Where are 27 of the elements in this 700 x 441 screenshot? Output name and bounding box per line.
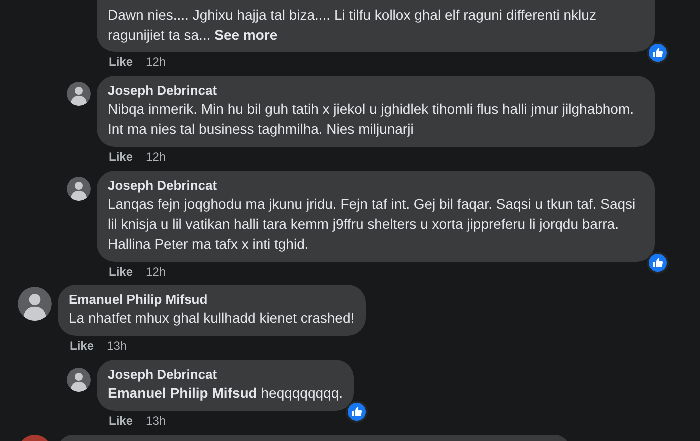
avatar-icon[interactable]	[67, 177, 91, 201]
comment-time[interactable]: 13h	[107, 337, 128, 355]
comment-text: Emanuel Philip Mifsud heqqqqqqqq.	[108, 384, 343, 403]
comment-text: Lanqas fejn joqghodu ma jkunu jridu. Fejn taf int. Gej bil faqar. Saqsi u tkun taf. Saqsi lil knisja u lil vatikan halli tara kemm j9ffru shelters u xorta jippreferu li jorqdu barra. Hallina Peter ma tafx x inti tghid.	[108, 195, 637, 254]
comment-time[interactable]: 12h	[146, 263, 166, 281]
comment-text: Dawn nies.... Jghixu hajja tal biza.... Li tilfu kollox ghal elf raguni differenti nkluz ragunijiet ta sa... See more	[108, 6, 598, 45]
avatar-icon[interactable]	[67, 368, 91, 392]
like-reaction-icon[interactable]	[647, 252, 669, 274]
like-link[interactable]: Like	[109, 263, 134, 281]
avatar-icon[interactable]	[18, 287, 52, 321]
like-link[interactable]: Like	[109, 53, 134, 71]
comment-text: Nibqa inmerik. Min hu bil guh tatih x jiekol u jghidlek tihomli flus halli jmur jilghabhom. Int ma nies tal business taghmilha. Nies miljunarji	[108, 100, 636, 139]
like-link[interactable]: Like	[70, 337, 94, 355]
like-link[interactable]: Like	[109, 412, 134, 430]
comment-author[interactable]: Joseph Debrincat	[108, 82, 644, 99]
comment-time[interactable]: 13h	[146, 412, 166, 430]
comment-author[interactable]: Joseph Debrincat	[108, 366, 343, 383]
comment-text: La nhatfet mhux ghal kullhadd kienet crashed!	[69, 309, 355, 328]
like-reaction-icon[interactable]	[647, 42, 669, 64]
comment-time[interactable]: 12h	[146, 53, 166, 71]
like-link[interactable]: Like	[109, 148, 134, 166]
avatar-icon[interactable]	[67, 82, 91, 106]
comment-author[interactable]: Joseph Debrincat	[108, 177, 644, 194]
like-reaction-icon[interactable]	[346, 401, 368, 423]
see-more-link[interactable]: See more	[214, 27, 278, 43]
comment-author[interactable]: Emanuel Philip Mifsud	[69, 291, 355, 308]
comment-time[interactable]: 12h	[146, 148, 166, 166]
